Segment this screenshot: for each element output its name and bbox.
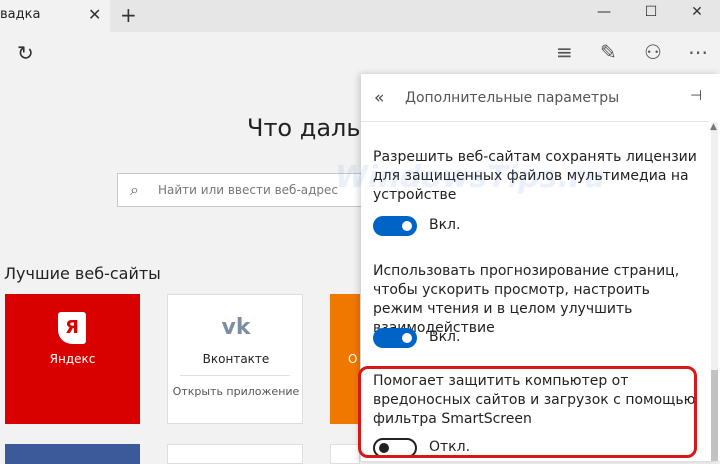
browser-tab[interactable]: вадка ✕ bbox=[0, 0, 110, 32]
tab-close-icon[interactable]: ✕ bbox=[88, 5, 101, 24]
toggle-state-label: Вкл. bbox=[429, 329, 461, 345]
tile-row2-2[interactable] bbox=[167, 444, 303, 464]
open-app-link[interactable]: Открыть приложение bbox=[168, 383, 304, 400]
title-bar: вадка ✕ + — ☐ ✕ bbox=[0, 0, 720, 32]
more-icon[interactable]: ⋯ bbox=[688, 40, 708, 64]
vk-logo-icon: vk bbox=[221, 315, 251, 340]
yandex-logo-icon: Я bbox=[58, 312, 86, 344]
new-tab-icon[interactable]: + bbox=[120, 3, 137, 27]
tile-label: Вконтакте bbox=[202, 352, 270, 366]
browser-toolbar: ↻ ≡ ✎ ⚇ ⋯ bbox=[0, 32, 720, 74]
maximize-icon[interactable]: ☐ bbox=[631, 4, 671, 20]
back-icon[interactable]: « bbox=[374, 88, 384, 108]
search-input[interactable]: Найти или ввести веб-адрес bbox=[158, 183, 338, 197]
tile-label: О bbox=[348, 352, 358, 366]
top-sites-title: Лучшие веб-сайты bbox=[4, 264, 161, 283]
setting-page-prediction-text: Использовать прогнозирование страниц, чт… bbox=[373, 263, 680, 336]
tab-title: вадка bbox=[0, 7, 41, 22]
search-icon: ⌕ bbox=[130, 180, 139, 199]
window-close-icon[interactable]: ✕ bbox=[677, 4, 717, 20]
tile-row2-1[interactable] bbox=[5, 444, 140, 464]
tile-label: Яндекс bbox=[49, 352, 96, 366]
tile-yandex[interactable]: Я Яндекс bbox=[5, 294, 140, 424]
media-licenses-toggle[interactable] bbox=[373, 216, 417, 236]
page-prediction-toggle[interactable] bbox=[373, 328, 417, 348]
tile-vkontakte[interactable]: vk Вконтакте Открыть приложение bbox=[167, 294, 303, 424]
tile-row2-3[interactable] bbox=[330, 444, 360, 464]
tile-partial[interactable]: О bbox=[330, 294, 360, 424]
hub-icon[interactable]: ≡ bbox=[556, 40, 573, 64]
toggle-state-label: Вкл. bbox=[429, 217, 461, 233]
panel-divider bbox=[361, 121, 709, 122]
scroll-up-icon[interactable]: ▲ bbox=[710, 122, 717, 132]
scrollbar-thumb[interactable] bbox=[711, 370, 718, 461]
watermark: WindowsTips.ru bbox=[335, 160, 606, 195]
minimize-icon[interactable]: — bbox=[584, 4, 624, 20]
refresh-icon[interactable]: ↻ bbox=[17, 41, 34, 65]
pin-icon[interactable]: ⊣ bbox=[690, 88, 702, 104]
share-icon[interactable]: ⚇ bbox=[644, 40, 662, 64]
tile-divider bbox=[180, 375, 290, 376]
smartscreen-highlight-frame bbox=[358, 366, 697, 458]
web-note-icon[interactable]: ✎ bbox=[600, 40, 617, 64]
panel-title: Дополнительные параметры bbox=[405, 90, 620, 106]
